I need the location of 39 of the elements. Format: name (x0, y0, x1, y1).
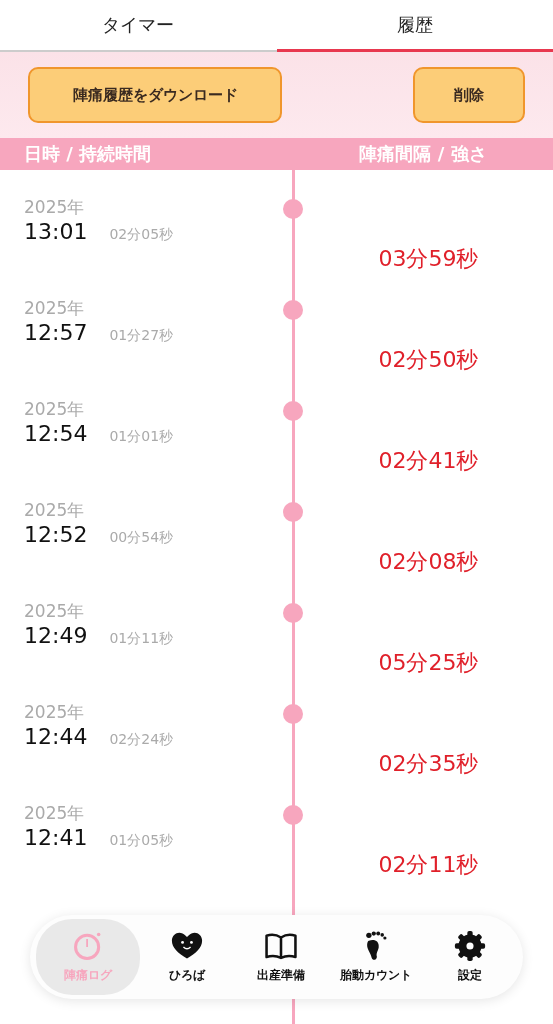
nav-item[interactable]: ひろば (140, 922, 235, 992)
delete-button[interactable]: 削除 (413, 67, 525, 123)
date-text: 2025年 (24, 802, 85, 825)
nav-item[interactable]: 設定 (422, 922, 517, 992)
date-text: 2025年 (24, 499, 85, 522)
time-text: 12:52 (24, 522, 88, 547)
time-text: 12:49 (24, 623, 88, 648)
interval-text: 03分59秒 (378, 245, 479, 273)
duration-text: 01分27秒 (109, 327, 174, 345)
date-text: 2025年 (24, 398, 85, 421)
duration-text: 01分11秒 (109, 630, 174, 648)
tab[interactable]: 履歴 (276, 0, 553, 52)
duration-text: 01分01秒 (109, 428, 174, 446)
duration-text: 02分05秒 (109, 226, 174, 244)
date-text: 2025年 (24, 701, 85, 724)
duration-text: 01分05秒 (109, 832, 174, 850)
time-text: 13:01 (24, 219, 88, 244)
date-text: 2025年 (24, 297, 85, 320)
column-heading: 陣痛間隔 / 強さ (358, 142, 488, 166)
duration-text: 00分54秒 (109, 529, 174, 547)
interval-text: 05分25秒 (378, 649, 479, 677)
interval-text: 02分35秒 (378, 750, 479, 778)
date-text: 2025年 (24, 196, 85, 219)
time-text: 12:54 (24, 421, 88, 446)
nav-item[interactable]: 出産準備 (234, 922, 329, 992)
download-button[interactable]: 陣痛履歴をダウンロード (28, 67, 282, 123)
date-text: 2025年 (24, 600, 85, 623)
interval-text: 02分50秒 (378, 346, 479, 374)
interval-text: 02分41秒 (378, 447, 479, 475)
interval-text: 02分11秒 (378, 851, 479, 879)
interval-text: 02分08秒 (378, 548, 479, 576)
time-text: 12:41 (24, 825, 88, 850)
tab[interactable]: タイマー (0, 0, 277, 52)
settings-icon (452, 930, 487, 962)
column-heading: 日時 / 持続時間 (23, 142, 153, 166)
time-text: 12:44 (24, 724, 88, 749)
duration-text: 02分24秒 (109, 731, 174, 749)
time-text: 12:57 (24, 320, 88, 345)
nav-item[interactable]: 胎動カウント (328, 922, 423, 992)
